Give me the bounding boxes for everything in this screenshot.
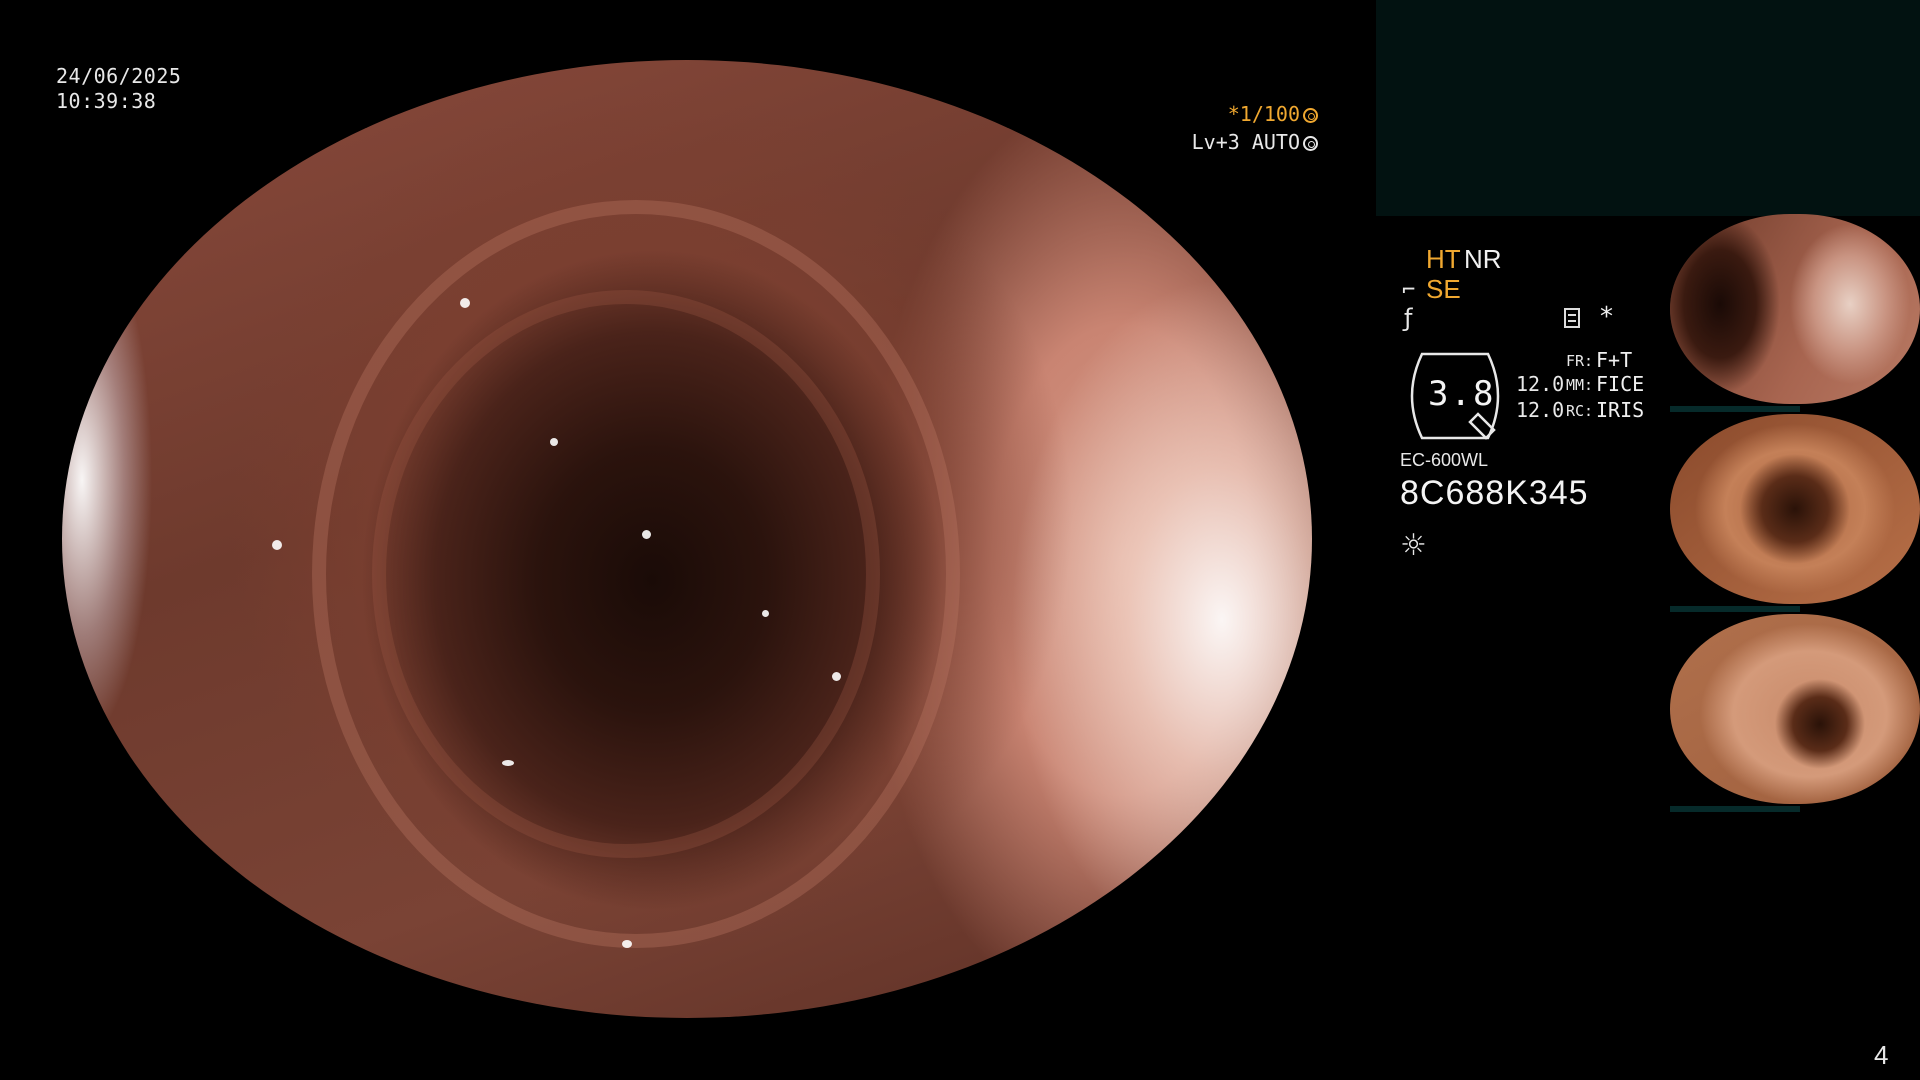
row1-value: F+T xyxy=(1596,348,1633,372)
specular-highlight xyxy=(550,438,558,446)
datetime-display: 24/06/2025 10:39:38 xyxy=(56,64,181,114)
thumbnail-bar xyxy=(1670,606,1800,612)
filter-icon: ƒ xyxy=(1404,304,1413,332)
specular-highlight xyxy=(622,940,632,948)
thumbnail-label: 8C688K345 xyxy=(1676,383,1709,390)
specular-highlight xyxy=(762,610,769,617)
row2-value: FICE xyxy=(1596,372,1645,396)
thumbnail-capture-2[interactable]: 8C688K345 xyxy=(1670,414,1920,604)
scope-model: EC-600WL xyxy=(1400,450,1489,470)
shutter-speed-label: *1/100 xyxy=(1227,102,1300,126)
row1-label: FR: xyxy=(1566,352,1594,370)
row2-label: MM: xyxy=(1566,376,1594,394)
memory-icon xyxy=(1564,308,1580,328)
thumbnail-bar xyxy=(1670,806,1800,812)
date-label: 24/06/2025 xyxy=(56,64,182,88)
mucosal-fold-inner xyxy=(372,290,880,858)
page-number: 4 xyxy=(1874,1040,1889,1070)
se-indicator: SE xyxy=(1426,274,1461,304)
scope-serial: 8C688K345 xyxy=(1400,474,1589,512)
brightness-icon: ☼ xyxy=(1400,528,1427,563)
exposure-level-label: Lv+3 AUTO xyxy=(1191,130,1300,154)
exposure-overlay: *1/100 Lv+3 AUTO xyxy=(1192,100,1318,156)
row3-number: 12.0 xyxy=(1516,398,1565,422)
thumbnail-capture-3[interactable]: 8C688K345 xyxy=(1670,614,1920,804)
structure-enhance-icon: ⌐ xyxy=(1402,278,1416,303)
star-indicator: * xyxy=(1600,302,1613,332)
row3-label: RC: xyxy=(1566,402,1594,420)
row3-value: IRIS xyxy=(1596,398,1645,422)
thumbnail-bar xyxy=(1670,406,1800,412)
specular-highlight xyxy=(460,298,470,308)
aperture-icon xyxy=(1303,108,1318,123)
shutter-speed: *1/100 xyxy=(1192,100,1318,128)
iris-icon xyxy=(1303,136,1318,151)
specular-highlight xyxy=(502,760,514,766)
top-right-panel xyxy=(1376,0,1920,216)
exposure-level: Lv+3 AUTO xyxy=(1192,128,1318,156)
specular-highlight xyxy=(272,540,282,550)
thumbnail-label: 8C688K345 xyxy=(1676,583,1709,590)
specular-highlight xyxy=(642,530,651,539)
row2-number: 12.0 xyxy=(1516,372,1565,396)
thumbnail-label: 8C688K345 xyxy=(1676,783,1709,790)
ht-indicator: HT xyxy=(1426,244,1461,274)
time-label: 10:39:38 xyxy=(56,89,157,113)
processor-info-panel: HT NR ⌐ SE ƒ * 3.8 FR: F+T 12.0 MM: FICE… xyxy=(1376,216,1666,576)
nr-indicator: NR xyxy=(1464,244,1502,274)
specular-highlight xyxy=(832,672,841,681)
endoscope-main-view xyxy=(62,60,1312,1018)
gauge-value: 3.8 xyxy=(1428,374,1496,414)
thumbnail-capture-1[interactable]: 8C688K345 xyxy=(1670,214,1920,404)
